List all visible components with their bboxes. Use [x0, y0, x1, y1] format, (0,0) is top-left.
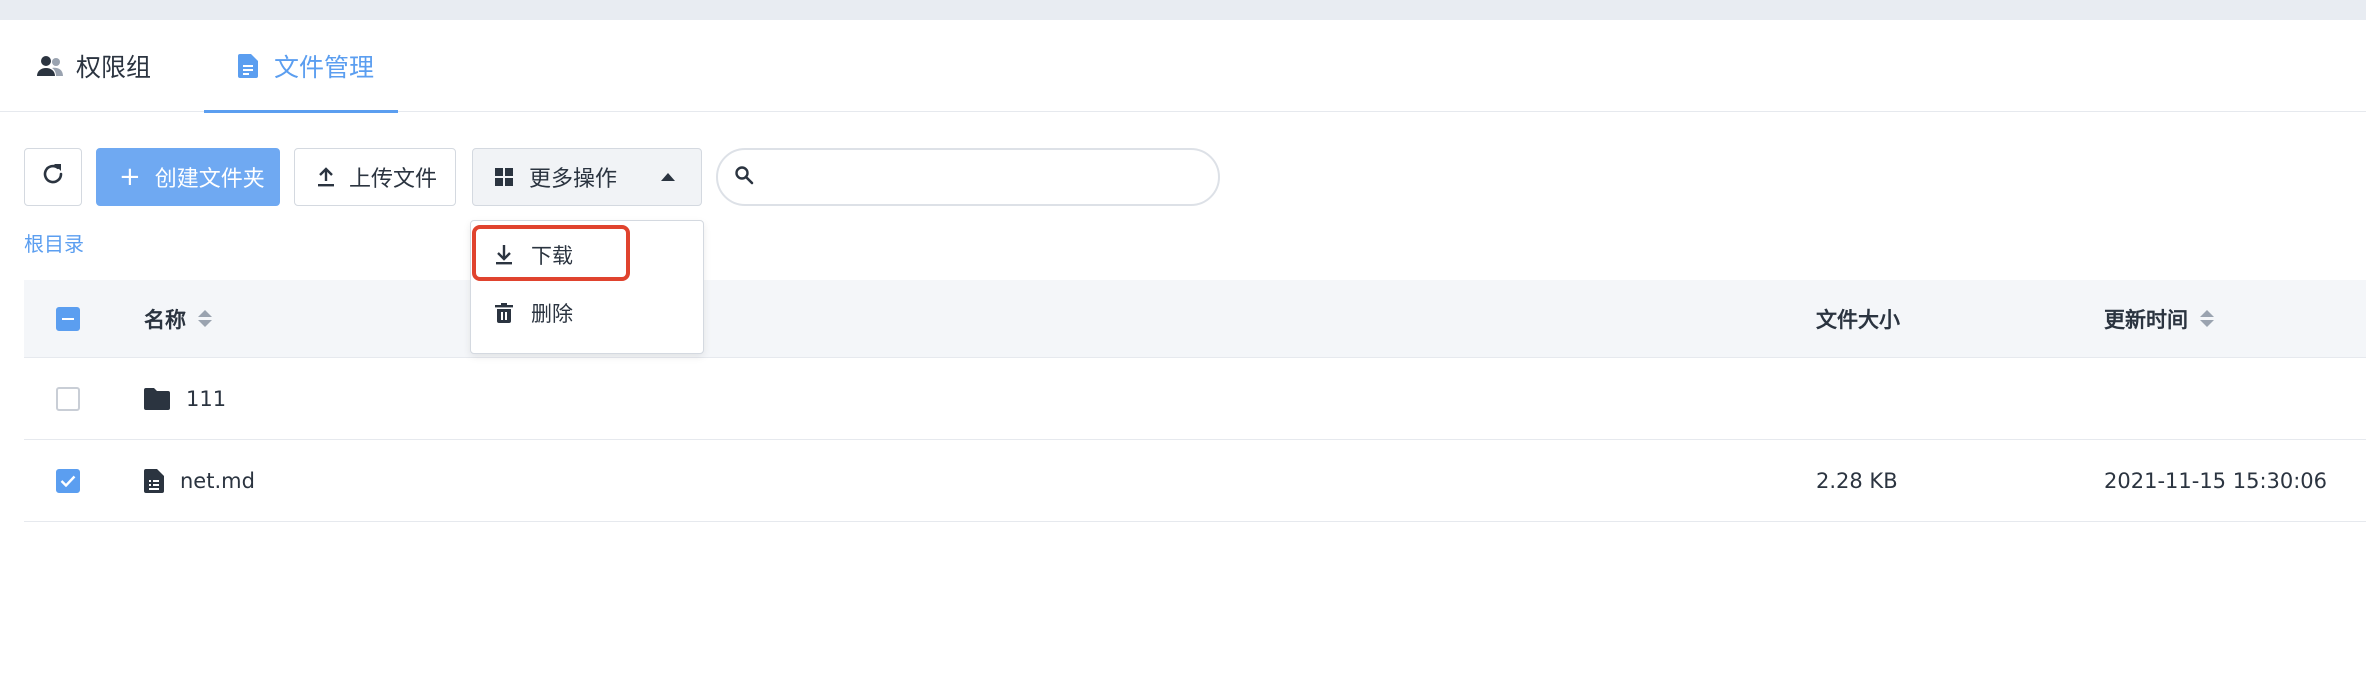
upload-file-button[interactable]: 上传文件 [294, 148, 456, 206]
text-file-icon [144, 468, 164, 493]
caret-up-icon [661, 173, 675, 181]
updated-column-header[interactable]: 更新时间 [2104, 280, 2214, 357]
menu-item-label: 下载 [531, 244, 573, 268]
file-name: 111 [186, 386, 227, 411]
name-cell[interactable]: 111 [144, 358, 226, 439]
create-folder-label: 创建文件夹 [154, 167, 265, 192]
search-input[interactable] [764, 165, 1204, 189]
updated-cell: 2021-11-15 15:30:06 [2104, 468, 2328, 493]
refresh-icon [39, 160, 67, 194]
tab-permission-groups[interactable]: 权限组 [36, 20, 151, 112]
select-all-cell [56, 280, 80, 357]
more-actions-button[interactable]: 更多操作 [472, 148, 702, 206]
tab-label: 权限组 [76, 53, 152, 82]
more-actions-menu: 下载 删除 [470, 220, 704, 354]
refresh-button[interactable] [24, 148, 82, 206]
menu-item-download[interactable]: 下载 [471, 227, 703, 283]
create-folder-button[interactable]: + 创建文件夹 [96, 148, 280, 206]
table-row[interactable]: 111 [24, 358, 2366, 440]
row-check-cell [56, 358, 80, 439]
column-label: 更新时间 [2104, 307, 2188, 332]
menu-item-label: 删除 [531, 302, 573, 326]
tab-bar: 权限组 文件管理 [0, 20, 2366, 113]
upload-file-label: 上传文件 [349, 167, 438, 192]
row-checkbox[interactable] [56, 386, 80, 411]
column-label: 名称 [144, 307, 186, 332]
check-icon [60, 475, 76, 487]
trash-icon [495, 303, 513, 323]
file-name: net.md [180, 468, 255, 493]
search-box [716, 148, 1220, 206]
table-row[interactable]: net.md 2.28 KB 2021-11-15 15:30:06 [24, 440, 2366, 522]
row-check-cell [56, 440, 80, 521]
plus-icon: + [119, 162, 141, 192]
users-icon [36, 52, 64, 80]
breadcrumb-root[interactable]: 根目录 [24, 228, 84, 257]
tab-label: 文件管理 [274, 53, 375, 82]
menu-item-delete[interactable]: 删除 [471, 285, 703, 341]
upload-icon [317, 167, 335, 187]
search-icon [734, 165, 754, 189]
size-column-header: 文件大小 [1816, 280, 1900, 357]
sort-icon[interactable] [198, 310, 212, 327]
column-label: 文件大小 [1816, 307, 1900, 332]
grid-icon [495, 168, 513, 186]
sort-icon[interactable] [2200, 310, 2214, 327]
folder-icon [144, 387, 170, 410]
row-checkbox[interactable] [56, 468, 80, 493]
table-header: 名称 文件大小 更新时间 [24, 280, 2366, 358]
select-all-checkbox[interactable] [56, 306, 80, 331]
document-icon [234, 52, 262, 80]
top-bar [0, 0, 2366, 20]
tab-file-management[interactable]: 文件管理 [204, 20, 398, 113]
file-table: 名称 文件大小 更新时间 111 net.md 2.28 KB 2021-11-… [24, 280, 2366, 522]
name-cell[interactable]: net.md [144, 440, 255, 521]
more-actions-label: 更多操作 [529, 167, 618, 192]
name-column-header[interactable]: 名称 [144, 280, 212, 357]
download-icon [495, 245, 513, 265]
size-cell: 2.28 KB [1816, 468, 1898, 493]
